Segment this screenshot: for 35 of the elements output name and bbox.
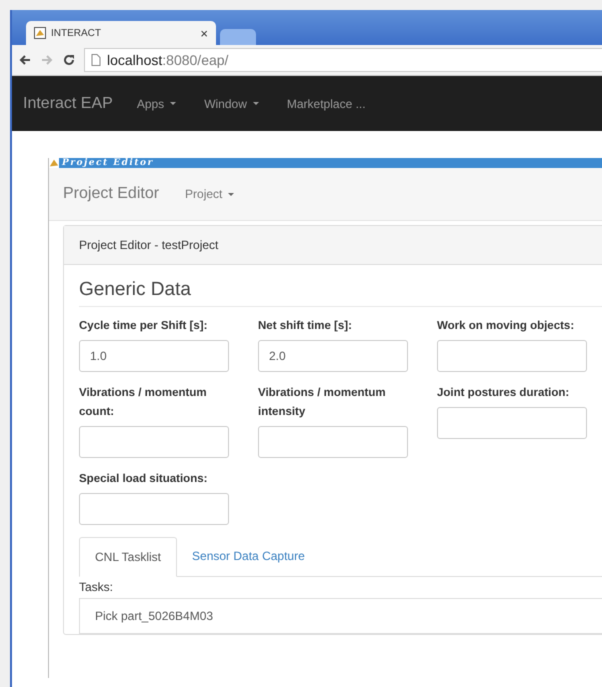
section-title: Generic Data: [79, 279, 602, 307]
browser-tab[interactable]: INTERACT ×: [26, 21, 216, 45]
window-title: Project Editor: [62, 158, 154, 168]
input-field[interactable]: [79, 426, 229, 458]
editor-brand[interactable]: Project Editor: [63, 185, 160, 203]
app-brand[interactable]: Interact EAP: [23, 94, 113, 112]
input-field[interactable]: [437, 340, 587, 372]
favicon-icon: [34, 27, 46, 39]
browser-tab[interactable]: [220, 29, 256, 45]
back-icon[interactable]: [18, 53, 32, 67]
input-field[interactable]: [79, 493, 229, 525]
address-bar[interactable]: localhost:8080/eap/: [84, 48, 602, 72]
field-label: Vibrations / momentum intensity: [258, 386, 387, 420]
field-label: Vibrations / momentum count:: [79, 386, 208, 420]
field-label: Joint postures duration:: [437, 386, 570, 401]
forward-icon[interactable]: [40, 53, 54, 67]
field-label: Net shift time [s]:: [258, 319, 353, 334]
field-label: Work on moving objects:: [437, 319, 576, 334]
input-field[interactable]: 1.0: [79, 340, 229, 372]
tab[interactable]: CNL Tasklist: [79, 537, 178, 577]
tasks-label: Tasks:: [79, 580, 114, 594]
nav-menu[interactable]: Marketplace ...: [286, 96, 366, 110]
reload-icon[interactable]: [62, 53, 76, 67]
nav-menu[interactable]: Apps: [136, 96, 176, 110]
nav-menu[interactable]: Window: [204, 96, 259, 110]
task-item[interactable]: Pick part_5026B4M03: [80, 599, 602, 633]
field-label: Special load situations:: [79, 472, 208, 487]
panel-title: Project Editor - testProject: [79, 238, 218, 252]
page-icon: [91, 54, 101, 66]
project-menu[interactable]: Project: [185, 187, 234, 201]
field-label: Cycle time per Shift [s]:: [79, 319, 208, 334]
tab[interactable]: Sensor Data Capture: [177, 537, 320, 577]
input-field[interactable]: 2.0: [258, 340, 408, 372]
input-field[interactable]: [437, 407, 587, 439]
input-field[interactable]: [258, 426, 408, 458]
